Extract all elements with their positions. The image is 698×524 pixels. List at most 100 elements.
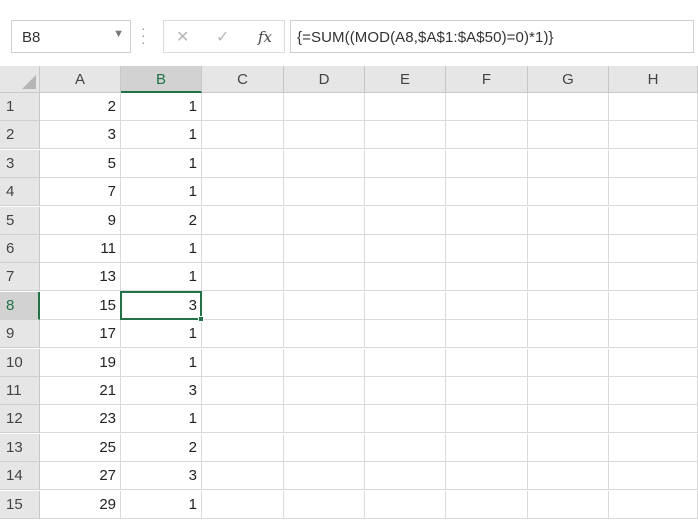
cell-b12[interactable]: 1 [121,405,202,434]
row-header-13[interactable]: 13 [0,433,40,462]
cell-f6[interactable] [446,235,528,263]
column-header-d[interactable]: D [284,66,365,93]
cell-a3[interactable]: 5 [40,149,121,178]
cell-f9[interactable] [446,320,528,349]
cell-c12[interactable] [202,405,284,434]
cell-b6[interactable]: 1 [121,235,202,263]
cell-b2[interactable]: 1 [121,121,202,150]
cell-d2[interactable] [284,121,365,150]
cell-h11[interactable] [609,377,698,405]
cell-c2[interactable] [202,121,284,150]
cell-b9[interactable]: 1 [121,320,202,349]
cell-a9[interactable]: 17 [40,320,121,349]
cell-b13[interactable]: 2 [121,433,202,462]
cell-c13[interactable] [202,433,284,462]
cell-a13[interactable]: 25 [40,433,121,462]
cell-e6[interactable] [365,235,446,263]
column-header-b[interactable]: B [121,66,202,93]
column-header-a[interactable]: A [40,66,121,93]
cell-e7[interactable] [365,263,446,292]
row-header-8[interactable]: 8 [0,291,40,320]
name-box[interactable]: B8 ▼ [11,20,131,53]
cell-b1[interactable]: 1 [121,93,202,121]
cell-c9[interactable] [202,320,284,349]
cell-c14[interactable] [202,462,284,491]
cell-d1[interactable] [284,93,365,121]
formula-input[interactable]: {=SUM((MOD(A8,$A$1:$A$50)=0)*1)} [290,20,694,53]
cell-a11[interactable]: 21 [40,377,121,405]
cell-a15[interactable]: 29 [40,490,121,519]
cancel-icon[interactable]: ✕ [176,27,189,47]
cell-a14[interactable]: 27 [40,462,121,491]
cell-h8[interactable] [609,291,698,320]
cell-d5[interactable] [284,206,365,235]
cell-h15[interactable] [609,490,698,519]
row-header-1[interactable]: 1 [0,93,40,121]
cell-c1[interactable] [202,93,284,121]
cell-a1[interactable]: 2 [40,93,121,121]
cell-g1[interactable] [528,93,609,121]
cell-e11[interactable] [365,377,446,405]
row-header-11[interactable]: 11 [0,377,40,405]
row-header-3[interactable]: 3 [0,149,40,178]
cell-f10[interactable] [446,348,528,377]
column-header-f[interactable]: F [446,66,528,93]
cell-b5[interactable]: 2 [121,206,202,235]
cell-d11[interactable] [284,377,365,405]
cell-f4[interactable] [446,178,528,207]
cell-f15[interactable] [446,490,528,519]
cell-h5[interactable] [609,206,698,235]
cell-b3[interactable]: 1 [121,149,202,178]
column-header-e[interactable]: E [365,66,446,93]
cell-c8[interactable] [202,291,284,320]
chevron-down-icon[interactable]: ▼ [113,28,124,40]
column-header-h[interactable]: H [609,66,698,93]
row-header-6[interactable]: 6 [0,235,40,263]
cell-h3[interactable] [609,149,698,178]
cell-e1[interactable] [365,93,446,121]
insert-function-icon[interactable]: fx [258,28,272,46]
row-header-9[interactable]: 9 [0,320,40,349]
cell-h1[interactable] [609,93,698,121]
cell-h13[interactable] [609,433,698,462]
cell-c5[interactable] [202,206,284,235]
cell-g3[interactable] [528,149,609,178]
cell-e10[interactable] [365,348,446,377]
cell-a12[interactable]: 23 [40,405,121,434]
cell-b10[interactable]: 1 [121,348,202,377]
cell-a5[interactable]: 9 [40,206,121,235]
cell-f14[interactable] [446,462,528,491]
cell-h2[interactable] [609,121,698,150]
cell-b14[interactable]: 3 [121,462,202,491]
cell-d8[interactable] [284,291,365,320]
cell-e15[interactable] [365,490,446,519]
column-header-g[interactable]: G [528,66,609,93]
cell-g14[interactable] [528,462,609,491]
cell-d14[interactable] [284,462,365,491]
cell-c3[interactable] [202,149,284,178]
cell-h4[interactable] [609,178,698,207]
cell-d7[interactable] [284,263,365,292]
cell-e8[interactable] [365,291,446,320]
cell-f1[interactable] [446,93,528,121]
cell-b4[interactable]: 1 [121,178,202,207]
cell-e12[interactable] [365,405,446,434]
row-header-7[interactable]: 7 [0,263,40,292]
cell-g4[interactable] [528,178,609,207]
row-header-4[interactable]: 4 [0,178,40,207]
cell-d13[interactable] [284,433,365,462]
cell-f2[interactable] [446,121,528,150]
cell-c15[interactable] [202,490,284,519]
cell-g13[interactable] [528,433,609,462]
cell-e3[interactable] [365,149,446,178]
cell-a6[interactable]: 11 [40,235,121,263]
cell-b15[interactable]: 1 [121,490,202,519]
select-all-button[interactable] [0,66,40,93]
cell-e14[interactable] [365,462,446,491]
cell-f11[interactable] [446,377,528,405]
cell-f3[interactable] [446,149,528,178]
cell-c10[interactable] [202,348,284,377]
cell-e5[interactable] [365,206,446,235]
cell-b7[interactable]: 1 [121,263,202,292]
enter-icon[interactable]: ✓ [216,27,229,47]
